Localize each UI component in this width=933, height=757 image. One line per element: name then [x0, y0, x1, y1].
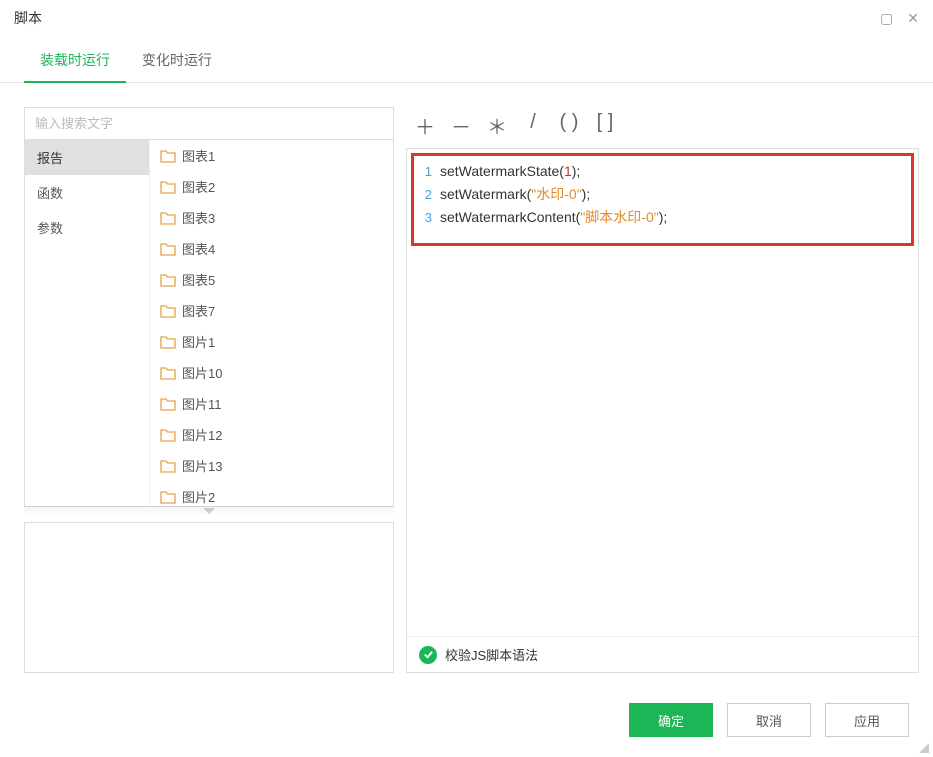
- file-label: 图片12: [182, 425, 222, 444]
- category-list: 报告函数参数: [25, 140, 150, 506]
- file-label: 图片11: [182, 394, 222, 413]
- operator-button[interactable]: /: [522, 111, 544, 140]
- tab-bar: 装载时运行变化时运行: [0, 40, 933, 83]
- file-label: 图表4: [182, 239, 215, 258]
- file-item[interactable]: 图表1: [150, 140, 393, 171]
- file-label: 图表7: [182, 301, 215, 320]
- close-icon[interactable]: ✕: [907, 10, 919, 27]
- ok-button[interactable]: 确定: [629, 703, 713, 737]
- tab-1[interactable]: 变化时运行: [126, 40, 228, 82]
- file-item[interactable]: 图片10: [150, 357, 393, 388]
- operator-button[interactable]: ( ): [558, 111, 580, 140]
- preview-pane: [24, 522, 394, 673]
- folder-icon: [160, 335, 176, 349]
- file-label: 图表1: [182, 146, 215, 165]
- code-editor[interactable]: 1setWatermarkState(1);2setWatermark("水印-…: [411, 153, 914, 246]
- validation-label[interactable]: 校验JS脚本语法: [445, 645, 538, 664]
- file-item[interactable]: 图片2: [150, 481, 393, 506]
- folder-icon: [160, 211, 176, 225]
- apply-button[interactable]: 应用: [825, 703, 909, 737]
- window-title: 脚本: [14, 8, 42, 28]
- check-icon: [419, 646, 437, 664]
- folder-icon: [160, 304, 176, 318]
- operator-button[interactable]: ＊: [486, 111, 508, 140]
- file-item[interactable]: 图片13: [150, 450, 393, 481]
- folder-icon: [160, 490, 176, 504]
- category-item[interactable]: 函数: [25, 175, 149, 210]
- file-item[interactable]: 图片1: [150, 326, 393, 357]
- category-item[interactable]: 参数: [25, 210, 149, 245]
- file-label: 图表2: [182, 177, 215, 196]
- operator-button[interactable]: ＋: [414, 111, 436, 140]
- splitter-handle[interactable]: [24, 506, 394, 516]
- code-line: 2setWatermark("水印-0");: [420, 183, 905, 206]
- folder-icon: [160, 428, 176, 442]
- file-item[interactable]: 图表2: [150, 171, 393, 202]
- folder-icon: [160, 459, 176, 473]
- folder-icon: [160, 242, 176, 256]
- file-label: 图表3: [182, 208, 215, 227]
- file-label: 图片2: [182, 487, 215, 506]
- file-label: 图片13: [182, 456, 222, 475]
- file-label: 图表5: [182, 270, 215, 289]
- file-list[interactable]: 图表1 图表2 图表3 图表4 图表5 图表7 图片1 图片10 图片11 图片12 图片13 图片2: [150, 140, 393, 506]
- code-line: 3setWatermarkContent("脚本水印-0");: [420, 206, 905, 229]
- cancel-button[interactable]: 取消: [727, 703, 811, 737]
- file-item[interactable]: 图片12: [150, 419, 393, 450]
- folder-icon: [160, 273, 176, 287]
- file-item[interactable]: 图表7: [150, 295, 393, 326]
- folder-icon: [160, 397, 176, 411]
- file-item[interactable]: 图表5: [150, 264, 393, 295]
- tab-0[interactable]: 装载时运行: [24, 40, 126, 82]
- operator-button[interactable]: －: [450, 111, 472, 140]
- folder-icon: [160, 180, 176, 194]
- folder-icon: [160, 149, 176, 163]
- file-label: 图片10: [182, 363, 222, 382]
- resize-grip[interactable]: [915, 739, 929, 753]
- file-item[interactable]: 图表3: [150, 202, 393, 233]
- code-line: 1setWatermarkState(1);: [420, 160, 905, 183]
- operator-button[interactable]: [ ]: [594, 111, 616, 140]
- file-label: 图片1: [182, 332, 215, 351]
- folder-icon: [160, 366, 176, 380]
- category-item[interactable]: 报告: [25, 140, 149, 175]
- maximize-icon[interactable]: ▢: [880, 10, 893, 27]
- search-input[interactable]: [25, 108, 393, 139]
- operator-toolbar: ＋ － ＊ / ( ) [ ]: [406, 107, 919, 148]
- file-item[interactable]: 图表4: [150, 233, 393, 264]
- file-item[interactable]: 图片11: [150, 388, 393, 419]
